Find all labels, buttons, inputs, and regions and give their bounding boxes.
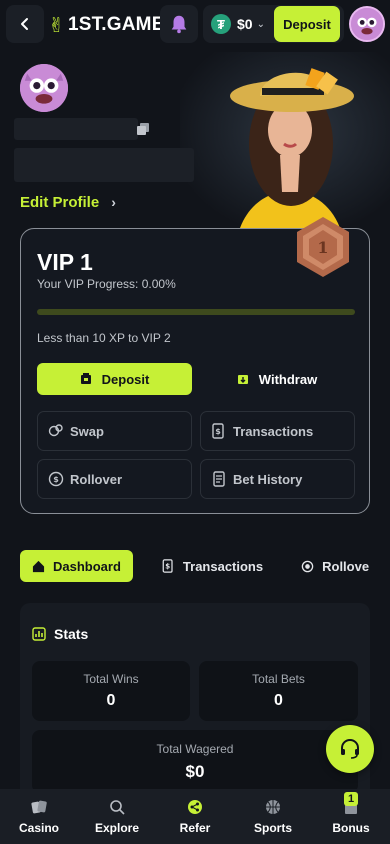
total-wins-value: 0 <box>106 692 116 709</box>
top-header: ✌ 1ST.GAME ₮ $0 ⌄ Deposit <box>0 0 390 50</box>
user-details-hidden <box>14 148 194 182</box>
vip-next-level-text: Less than 10 XP to VIP 2 <box>37 331 171 345</box>
rollover-icon <box>301 560 314 572</box>
home-icon <box>32 560 45 572</box>
chevron-right-icon: › <box>111 194 116 210</box>
dashboard-tabs: Dashboard $ Transactions Rollove <box>20 550 390 582</box>
nav-bonus-label: Bonus <box>332 820 370 835</box>
total-wins-box: Total Wins 0 <box>32 661 190 721</box>
logo-text: 1ST.GAME <box>67 14 165 35</box>
withdraw-button[interactable]: Withdraw <box>199 363 355 395</box>
svg-text:$: $ <box>165 563 170 571</box>
deposit-button[interactable]: Deposit <box>37 363 192 395</box>
transactions-icon: $ <box>162 559 173 573</box>
tab-rollover[interactable]: Rollove <box>301 550 369 582</box>
profile-hero: Edit Profile › <box>0 52 390 228</box>
total-bets-box: Total Bets 0 <box>199 661 358 721</box>
bet-history-button[interactable]: Bet History <box>200 459 355 499</box>
header-deposit-button[interactable]: Deposit <box>274 6 340 42</box>
edit-profile-label: Edit Profile <box>20 193 100 211</box>
basketball-icon <box>265 799 281 815</box>
support-chat-button[interactable] <box>326 725 374 773</box>
withdraw-label: Withdraw <box>258 371 318 387</box>
svg-text:$: $ <box>53 475 59 484</box>
vip-title: VIP 1 <box>37 249 93 275</box>
back-button[interactable] <box>6 5 44 43</box>
total-bets-value: 0 <box>274 692 283 709</box>
share-icon <box>187 799 203 815</box>
rollover-label: Rollover <box>70 471 123 487</box>
nav-casino[interactable]: Casino <box>0 789 78 844</box>
chevron-down-icon: ⌄ <box>256 18 265 30</box>
site-logo[interactable]: ✌ 1ST.GAME <box>48 12 165 38</box>
stats-title: Stats <box>54 626 89 642</box>
swap-icon <box>48 424 63 437</box>
transactions-label: Transactions <box>233 423 314 439</box>
explore-icon <box>109 799 125 815</box>
total-bets-label: Total Bets <box>252 672 305 686</box>
tab-transactions-label: Transactions <box>182 558 264 574</box>
rollover-button[interactable]: $ Rollover <box>37 459 192 499</box>
svg-text:$: $ <box>215 427 221 436</box>
swap-label: Swap <box>70 423 104 439</box>
nav-sports-label: Sports <box>253 820 292 835</box>
copy-icon[interactable] <box>137 123 149 135</box>
vip-progress-text: Your VIP Progress: 0.00% <box>37 277 176 291</box>
headset-icon <box>341 738 359 759</box>
total-wins-label: Total Wins <box>83 672 139 686</box>
transactions-button[interactable]: $ Transactions <box>200 411 355 451</box>
stats-header: Stats <box>32 626 88 642</box>
nav-bonus[interactable]: 1 Bonus <box>312 789 390 844</box>
user-avatar[interactable] <box>349 6 385 42</box>
hero-woman-illustration <box>180 52 390 228</box>
withdraw-icon <box>237 375 248 384</box>
nav-refer[interactable]: Refer <box>156 789 234 844</box>
wallet-balance: $0 <box>237 16 253 32</box>
bottom-navigation: Casino Explore Refer Sports 1 Bonus <box>0 789 390 844</box>
tab-transactions[interactable]: $ Transactions <box>162 550 263 582</box>
monster-avatar-icon <box>351 8 383 40</box>
nav-sports[interactable]: Sports <box>234 789 312 844</box>
tab-dashboard[interactable]: Dashboard <box>20 550 133 582</box>
tab-rollover-label: Rollove <box>322 558 370 574</box>
rollover-icon: $ <box>48 471 64 487</box>
vip-badge-level: 1 <box>317 238 328 257</box>
nav-refer-label: Refer <box>179 820 211 835</box>
total-wagered-label: Total Wagered <box>156 741 234 756</box>
nav-casino-label: Casino <box>18 820 59 835</box>
vip-progress-bar <box>37 309 355 315</box>
cards-icon <box>31 799 47 815</box>
profile-avatar[interactable] <box>20 64 68 112</box>
tether-icon: ₮ <box>211 14 231 34</box>
total-wagered-box: Total Wagered $0 <box>32 730 358 793</box>
bet-history-label: Bet History <box>233 471 303 487</box>
chevron-left-icon <box>21 18 28 30</box>
chart-icon <box>32 627 46 641</box>
username-hidden <box>14 118 138 140</box>
nav-explore[interactable]: Explore <box>78 789 156 844</box>
vip-level-badge: 1 <box>297 217 349 277</box>
vip-card: 1 VIP 1 Your VIP Progress: 0.00% Less th… <box>20 217 370 514</box>
transactions-icon: $ <box>212 423 224 439</box>
deposit-icon <box>80 373 91 384</box>
tab-dashboard-label: Dashboard <box>53 558 121 574</box>
stats-panel: Stats Total Wins 0 Total Bets 0 Total Wa… <box>20 603 370 793</box>
notifications-button[interactable] <box>160 5 198 43</box>
edit-profile-link[interactable]: Edit Profile › <box>20 192 116 212</box>
bell-icon <box>171 15 187 34</box>
bonus-badge: 1 <box>344 792 358 806</box>
bet-history-icon <box>213 471 225 487</box>
deposit-label: Deposit <box>101 371 150 387</box>
nav-explore-label: Explore <box>94 820 139 835</box>
thumbs-up-logo-icon: ✌ <box>48 14 65 37</box>
monster-avatar-icon <box>20 64 68 112</box>
swap-button[interactable]: Swap <box>37 411 192 451</box>
total-wagered-value: $0 <box>185 761 205 781</box>
